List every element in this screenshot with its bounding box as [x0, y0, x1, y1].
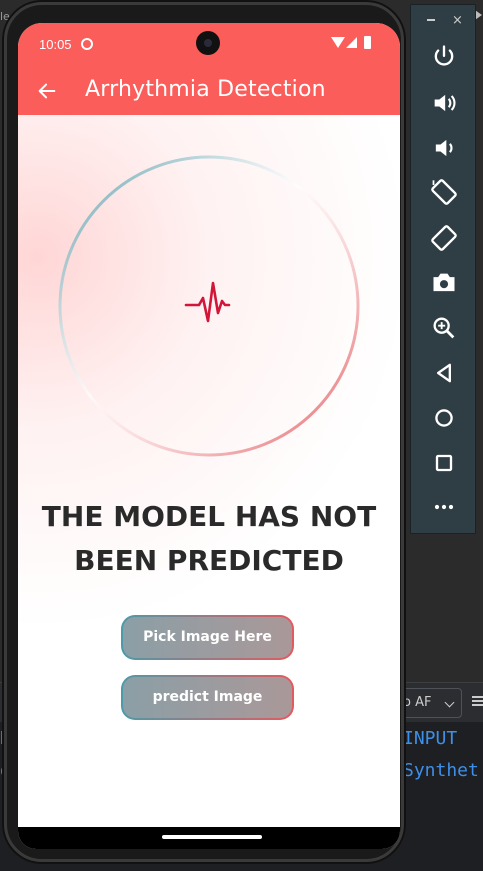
message-line-1: THE MODEL HAS NOT	[41, 500, 377, 533]
heartbeat-ring	[58, 155, 360, 457]
rotate-left-icon[interactable]	[430, 178, 458, 206]
phone-frame: 10:05 Arrhythmia Detection THE MODEL HAS…	[4, 2, 404, 862]
home-gesture-pill[interactable]	[162, 835, 262, 839]
message-line-2: BEEN PREDICTED	[74, 544, 344, 577]
status-time: 10:05	[39, 37, 72, 52]
code-line: INPUT	[403, 728, 458, 749]
emulator-panel: ×	[410, 4, 476, 534]
ide-dropdown-label: o AF	[403, 695, 432, 710]
emulator-titlebar: ×	[411, 5, 475, 35]
battery-icon	[364, 36, 371, 49]
overview-icon[interactable]	[430, 449, 458, 477]
rotate-right-icon[interactable]	[430, 224, 458, 252]
prediction-message: THE MODEL HAS NOT BEEN PREDICTED	[18, 495, 400, 583]
minimize-icon[interactable]	[427, 19, 435, 21]
pick-image-button[interactable]: Pick Image Here	[121, 615, 294, 660]
camera-icon[interactable]	[430, 269, 458, 297]
status-bar: 10:05	[18, 23, 400, 67]
back-icon[interactable]	[430, 359, 458, 387]
ide-dropdown[interactable]: o AF	[398, 688, 462, 718]
heartbeat-icon	[184, 281, 231, 323]
main-content: THE MODEL HAS NOT BEEN PREDICTED Pick Im…	[18, 115, 400, 827]
predict-image-button[interactable]: predict Image	[121, 675, 294, 720]
phone-screen: 10:05 Arrhythmia Detection THE MODEL HAS…	[18, 23, 400, 849]
wifi-icon	[331, 37, 345, 48]
zoom-icon[interactable]	[430, 314, 458, 342]
app-bar: Arrhythmia Detection	[18, 67, 400, 115]
back-arrow-icon[interactable]	[36, 80, 58, 102]
navigation-bar	[18, 827, 400, 849]
home-icon[interactable]	[430, 404, 458, 432]
more-icon[interactable]	[430, 493, 458, 521]
pick-image-label: Pick Image Here	[123, 617, 292, 658]
volume-up-icon[interactable]	[430, 89, 458, 117]
notification-icon	[81, 38, 93, 50]
power-icon[interactable]	[430, 43, 458, 71]
front-camera	[196, 31, 220, 55]
app-title: Arrhythmia Detection	[85, 77, 326, 102]
code-line: Synthet	[403, 760, 479, 781]
menu-icon[interactable]	[472, 696, 483, 708]
chevron-down-icon	[444, 697, 455, 708]
signal-icon	[346, 37, 357, 48]
volume-down-icon[interactable]	[430, 134, 458, 162]
predict-image-label: predict Image	[123, 677, 292, 718]
close-icon[interactable]: ×	[452, 13, 463, 28]
